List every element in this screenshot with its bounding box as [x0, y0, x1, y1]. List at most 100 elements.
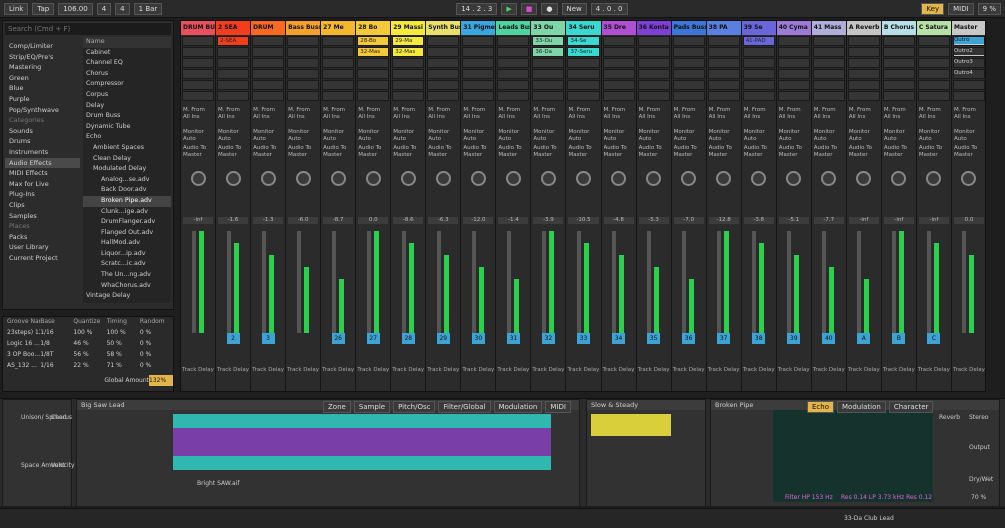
clip-slot[interactable]	[672, 58, 705, 68]
sampler-tab[interactable]: Sample	[353, 401, 391, 413]
track-io-value[interactable]: All Ins	[218, 114, 248, 121]
clip-slot[interactable]	[707, 47, 740, 57]
sampler-tab[interactable]: Pitch/Osc	[393, 401, 436, 413]
sampler-tab[interactable]: Modulation	[493, 401, 543, 413]
volume-fader[interactable]	[892, 231, 897, 333]
clip-slot[interactable]	[497, 58, 530, 68]
volume-readout[interactable]: -3.9	[533, 217, 564, 224]
volume-readout[interactable]: -5.3	[638, 217, 669, 224]
clip-slot[interactable]	[427, 36, 460, 46]
drywet-value[interactable]: 70 %	[971, 494, 986, 501]
browser-list-item[interactable]: Cabinet	[83, 48, 171, 59]
volume-fader[interactable]	[541, 231, 546, 333]
clip-slot[interactable]	[602, 36, 635, 46]
slow-steady-title[interactable]: Slow & Steady	[587, 400, 705, 410]
volume-readout[interactable]: -6.3	[428, 217, 459, 224]
clip-slot[interactable]	[602, 69, 635, 79]
volume-readout[interactable]: -1.3	[253, 217, 284, 224]
time-sig-den[interactable]: 4	[115, 2, 130, 15]
volume-readout[interactable]: -inf	[848, 217, 879, 224]
clip-slot[interactable]	[567, 69, 600, 79]
volume-fader[interactable]	[682, 231, 687, 333]
browser-list-item[interactable]: Echo	[83, 132, 171, 143]
clip-slot[interactable]	[882, 91, 915, 101]
volume-fader[interactable]	[752, 231, 757, 333]
track-output-value[interactable]: Master	[428, 152, 458, 159]
clip-slot[interactable]	[917, 58, 950, 68]
volume-fader[interactable]	[612, 231, 617, 333]
clip-slot[interactable]: 28-Bo	[357, 36, 390, 46]
link-button[interactable]: Link	[4, 2, 29, 15]
clip-slot[interactable]	[952, 91, 985, 101]
browser-list-item[interactable]: Back Door.adv	[83, 185, 171, 196]
track-title[interactable]: 33 Ou	[531, 21, 566, 35]
clip-slot[interactable]	[532, 58, 565, 68]
clip-slot[interactable]	[252, 36, 285, 46]
volume-fader[interactable]	[191, 231, 196, 333]
track-title[interactable]: 41 Mass	[811, 21, 846, 35]
volume-readout[interactable]: 0.0	[953, 217, 984, 224]
clip-slot[interactable]: 33-Ou	[532, 36, 565, 46]
pan-knob[interactable]	[190, 171, 206, 186]
track-activator[interactable]: B	[892, 333, 906, 344]
browser-list-item[interactable]: The Un...ng.adv	[83, 270, 171, 281]
track-io-value[interactable]: All Ins	[779, 114, 809, 121]
volume-fader[interactable]	[436, 231, 441, 333]
track-activator[interactable]: 29	[436, 333, 450, 344]
track-activator[interactable]: C	[927, 333, 941, 344]
groove-row[interactable]: 3 OP Boo... 1/8T 56 % 58 % 0 %	[3, 349, 173, 360]
category-item[interactable]: Instruments	[5, 147, 80, 158]
play-button[interactable]: ▶	[501, 2, 517, 15]
category-item[interactable]: Sounds	[5, 126, 80, 137]
volume-fader[interactable]	[261, 231, 266, 333]
clip-slot[interactable]	[287, 58, 320, 68]
track-activator[interactable]: 32	[541, 333, 555, 344]
clip-slot[interactable]	[882, 69, 915, 79]
clip-slot[interactable]	[602, 47, 635, 57]
clip-slot[interactable]	[812, 58, 845, 68]
browser-list-item[interactable]: Ambient Spaces	[83, 143, 171, 154]
scene-launch[interactable]: Outro2	[953, 48, 984, 55]
clip-slot[interactable]	[252, 47, 285, 57]
volume-readout[interactable]: -inf	[883, 217, 914, 224]
clip-slot[interactable]	[532, 69, 565, 79]
collection-item[interactable]: Mastering	[5, 62, 80, 73]
track-monitor-auto[interactable]: Auto	[393, 136, 423, 143]
clip-slot[interactable]	[392, 58, 425, 68]
clip-slot[interactable]	[217, 91, 250, 101]
pan-knob[interactable]	[646, 171, 662, 186]
clip-slot[interactable]	[567, 58, 600, 68]
browser-list-item[interactable]: WhaChorus.adv	[83, 281, 171, 292]
track-io-value[interactable]: All Ins	[428, 114, 458, 121]
volume-fader[interactable]	[717, 231, 722, 333]
track-title[interactable]: A Reverb	[846, 21, 881, 35]
clip-slot[interactable]: 34-Se	[567, 36, 600, 46]
track-io-value[interactable]: All Ins	[709, 114, 739, 121]
track-activator[interactable]: 27	[366, 333, 380, 344]
pan-knob[interactable]	[891, 171, 907, 186]
clip-slot[interactable]	[917, 69, 950, 79]
volume-readout[interactable]: -8.7	[323, 217, 354, 224]
clip-slot[interactable]	[182, 58, 215, 68]
groove-row[interactable]: Logic 16 ... 1/8 46 % 50 % 0 %	[3, 338, 173, 349]
collection-item[interactable]: Purple	[5, 94, 80, 105]
volume-readout[interactable]: -3.8	[743, 217, 774, 224]
clip-slot[interactable]	[287, 69, 320, 79]
clip-slot[interactable]	[287, 47, 320, 57]
track-title[interactable]: B Chorus	[881, 21, 916, 35]
track-title[interactable]: 40 Cyma	[776, 21, 811, 35]
clip-slot[interactable]	[777, 91, 810, 101]
track-activator[interactable]: 34	[612, 333, 626, 344]
track-output-value[interactable]: Master	[393, 152, 423, 159]
browser-list-item[interactable]: Modulated Delay	[83, 164, 171, 175]
category-item[interactable]: MIDI Effects	[5, 168, 80, 179]
browser-list-item[interactable]: Dynamic Tube	[83, 122, 171, 133]
clip-slot[interactable]	[777, 36, 810, 46]
clip-slot[interactable]	[497, 47, 530, 57]
track-activator[interactable]: 37	[717, 333, 731, 344]
clip-slot[interactable]: 36-Da	[532, 47, 565, 57]
track-output-value[interactable]: Master	[744, 152, 774, 159]
track-output-value[interactable]: Master	[288, 152, 318, 159]
track-io-value[interactable]: All Ins	[849, 114, 879, 121]
track-monitor-auto[interactable]: Auto	[568, 136, 598, 143]
